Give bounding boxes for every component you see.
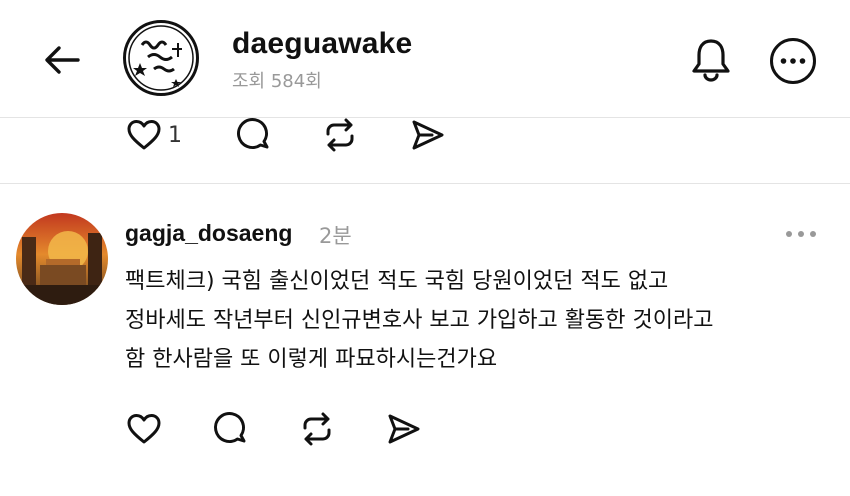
repost-button[interactable] <box>320 115 360 155</box>
more-dots-icon <box>786 231 816 237</box>
share-icon <box>388 414 420 444</box>
daeguawake-logo-icon <box>128 25 194 91</box>
comment-body: 팩트체크) 국힘 출신이었던 적도 국힘 당원이었던 적도 없고 정바세도 작년… <box>125 262 825 379</box>
commenter-avatar[interactable] <box>16 213 108 305</box>
comment-icon <box>214 412 246 443</box>
repost-icon <box>303 412 331 446</box>
share-icon <box>412 120 444 150</box>
heart-icon <box>127 414 161 444</box>
comment-time: 2분 <box>319 224 352 248</box>
comment-line: 정바세도 작년부터 신인규변호사 보고 가입하고 활동한 것이라고 <box>125 308 714 333</box>
comment-reply-button[interactable] <box>211 409 251 449</box>
bell-icon <box>692 39 730 82</box>
comment-like-button[interactable] <box>124 409 164 449</box>
view-count: 조회 584회 <box>232 71 322 92</box>
like-button[interactable] <box>124 115 164 155</box>
commenter-username[interactable]: gagja_dosaeng <box>125 220 292 247</box>
share-button[interactable] <box>408 115 448 155</box>
heart-icon <box>127 120 161 150</box>
comment-repost-button[interactable] <box>297 409 337 449</box>
repost-icon <box>326 118 354 152</box>
section-divider <box>0 183 850 184</box>
notification-button[interactable] <box>688 36 734 82</box>
back-button[interactable] <box>40 40 84 80</box>
account-logo[interactable] <box>123 20 199 96</box>
post-header: daeguawake 조회 584회 <box>0 0 850 118</box>
comment-action-row <box>124 409 424 449</box>
post-action-row: 1 <box>124 115 448 155</box>
comment-line: 팩트체크) 국힘 출신이었던 적도 국힘 당원이었던 적도 없고 <box>125 269 669 294</box>
comment-line: 함 한사람을 또 이렇게 파묘하시는건가요 <box>125 347 498 372</box>
comment-button[interactable] <box>234 115 274 155</box>
more-options-button[interactable] <box>768 36 818 86</box>
comment-more-button[interactable] <box>783 222 819 246</box>
like-count: 1 <box>168 122 182 148</box>
comment-icon <box>237 118 269 149</box>
account-name[interactable]: daeguawake <box>232 27 412 61</box>
arrow-left-icon <box>45 46 80 74</box>
more-circle-icon <box>770 38 816 84</box>
comment-share-button[interactable] <box>384 409 424 449</box>
